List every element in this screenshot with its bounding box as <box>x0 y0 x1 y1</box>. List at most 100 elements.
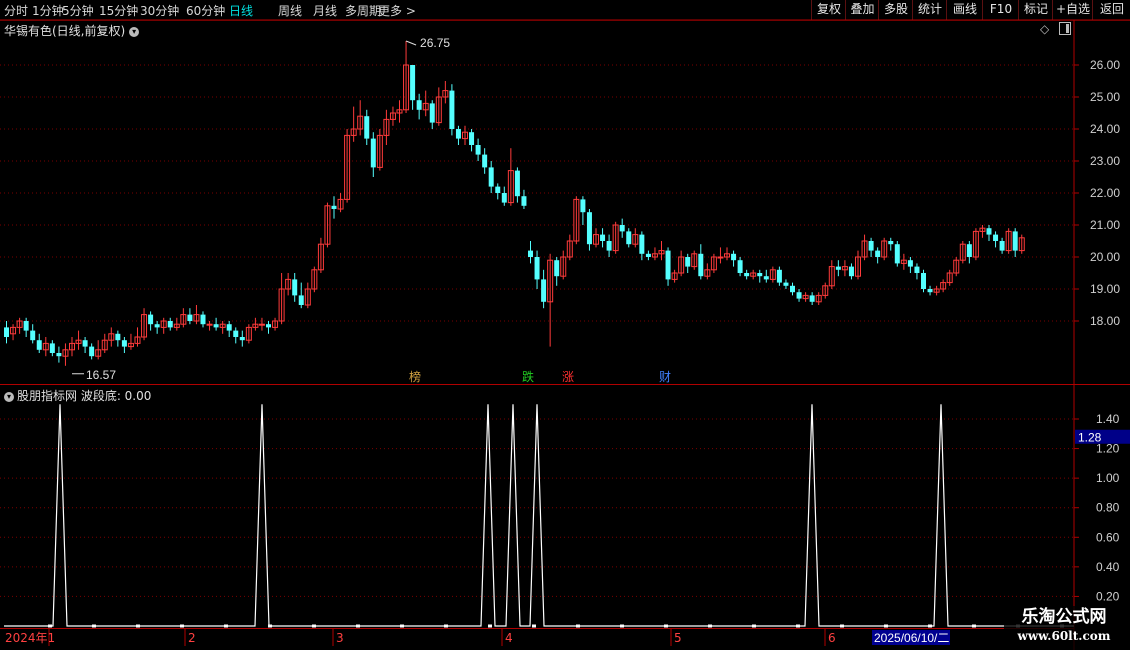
stock-title-text: 华锡有色(日线,前复权) <box>4 24 126 38</box>
candle <box>763 269 769 283</box>
price-tick-label: 23.00 <box>1090 154 1120 168</box>
candle <box>953 257 960 277</box>
candle-body <box>993 234 999 241</box>
indicator-dot <box>136 624 140 628</box>
candle <box>416 93 422 120</box>
indicator-tick-label: 1.00 <box>1096 471 1120 485</box>
indicator-tick-label: 1.40 <box>1096 412 1120 426</box>
candle <box>331 196 337 219</box>
candle-body <box>796 292 802 299</box>
event-marker: 涨 <box>562 369 574 384</box>
candle <box>376 129 383 171</box>
candle-body <box>49 343 55 353</box>
indicator-title[interactable]: ▾ 股朋指标网 波段底: 0.00 <box>4 387 151 404</box>
candle-body <box>36 340 42 350</box>
panel-toggle-icon[interactable] <box>1059 22 1071 35</box>
price-tick-label: 19.00 <box>1090 282 1120 296</box>
x-axis-label: 4 <box>505 631 513 645</box>
price-tick-label: 18.00 <box>1090 314 1120 328</box>
candle <box>134 327 141 347</box>
candle-body <box>619 225 625 232</box>
candle <box>127 333 134 350</box>
candle-body <box>999 241 1005 251</box>
candle-body <box>416 100 422 110</box>
candle <box>239 330 245 347</box>
candle <box>160 317 167 334</box>
indicator-tick-label: 0.60 <box>1096 530 1120 544</box>
candle <box>285 273 292 296</box>
candle-body <box>921 273 926 289</box>
event-marker: 榜 <box>409 369 421 384</box>
indicator-dot <box>488 624 492 628</box>
candle <box>802 292 809 302</box>
candle <box>855 250 861 280</box>
candle <box>10 324 17 341</box>
candle <box>731 250 737 267</box>
candle <box>521 189 527 209</box>
candle-body <box>258 323 265 326</box>
candle <box>861 234 868 261</box>
indicator-dot <box>972 624 976 628</box>
indicator-dot <box>92 624 96 628</box>
indicator-dot <box>928 624 932 628</box>
candle-body <box>809 295 815 302</box>
diamond-icon[interactable]: ◇ <box>1040 22 1049 36</box>
candle <box>534 250 540 289</box>
candle <box>626 228 632 248</box>
candle-body <box>848 266 854 277</box>
candle-body <box>731 253 737 261</box>
candle <box>645 250 651 261</box>
candle-body <box>154 324 160 328</box>
candle <box>1018 234 1025 254</box>
candle <box>573 196 580 245</box>
candle-body <box>600 234 606 241</box>
candle-body <box>364 116 370 139</box>
candle <box>612 221 619 254</box>
candle <box>783 279 789 289</box>
candle-body <box>469 132 475 145</box>
candle-body <box>482 154 488 168</box>
candle <box>600 228 606 248</box>
candle-body <box>187 314 193 321</box>
indicator-tick-label: 0.80 <box>1096 501 1120 515</box>
candle-body <box>698 253 704 277</box>
candle-body <box>586 212 592 245</box>
candle <box>317 237 324 273</box>
x-axis-label: 3 <box>336 631 344 645</box>
candle <box>42 337 49 357</box>
candle-body <box>495 186 501 193</box>
indicator-dot <box>356 624 360 628</box>
candle-body <box>875 250 881 257</box>
candle <box>154 321 160 334</box>
candle-body <box>580 199 586 213</box>
stock-title[interactable]: 华锡有色(日线,前复权) ▾ <box>4 22 140 39</box>
candle <box>796 289 802 302</box>
candle-body <box>966 244 972 257</box>
candle <box>907 257 913 273</box>
candle <box>121 337 127 353</box>
candle <box>396 100 403 123</box>
candle <box>606 234 612 257</box>
indicator-dot <box>312 624 316 628</box>
candle <box>475 138 481 161</box>
x-axis-label: 2024年1 <box>5 631 55 645</box>
chevron-down-icon[interactable]: ▾ <box>129 26 140 37</box>
indicator-dot <box>840 624 844 628</box>
candle <box>940 279 947 293</box>
candle <box>580 196 586 225</box>
candle <box>16 317 23 334</box>
candle <box>266 321 271 334</box>
candle <box>389 106 396 126</box>
candle <box>245 324 252 344</box>
candle <box>651 247 658 261</box>
candle <box>888 237 894 251</box>
indicator-dot <box>400 624 404 628</box>
candle <box>233 327 239 344</box>
candle-body <box>1012 231 1018 251</box>
candle <box>717 247 724 264</box>
candle-body <box>429 103 435 123</box>
candle-body <box>888 241 894 245</box>
candle <box>75 330 82 350</box>
chevron-down-icon[interactable]: ▾ <box>4 391 14 402</box>
chart-canvas: 26.0025.0024.0023.0022.0021.0020.0019.00… <box>0 19 1130 650</box>
